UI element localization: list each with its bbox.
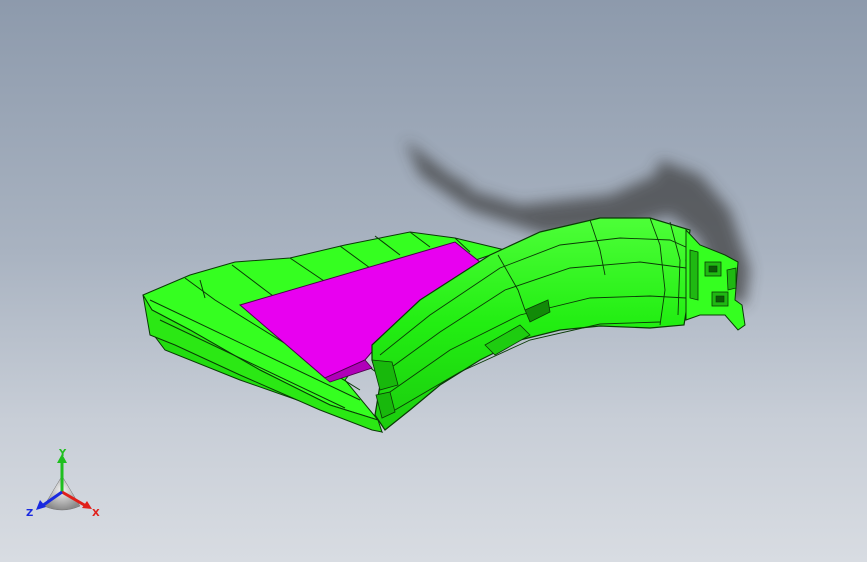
- z-axis-label: Z: [26, 508, 33, 519]
- graphics-viewport[interactable]: Y X Z: [0, 0, 867, 562]
- x-axis-label: X: [92, 508, 100, 519]
- reference-triad[interactable]: Y X Z: [22, 448, 106, 524]
- plastic-part[interactable]: [142, 217, 746, 434]
- model-view[interactable]: [0, 0, 867, 562]
- y-axis-label: Y: [58, 448, 67, 459]
